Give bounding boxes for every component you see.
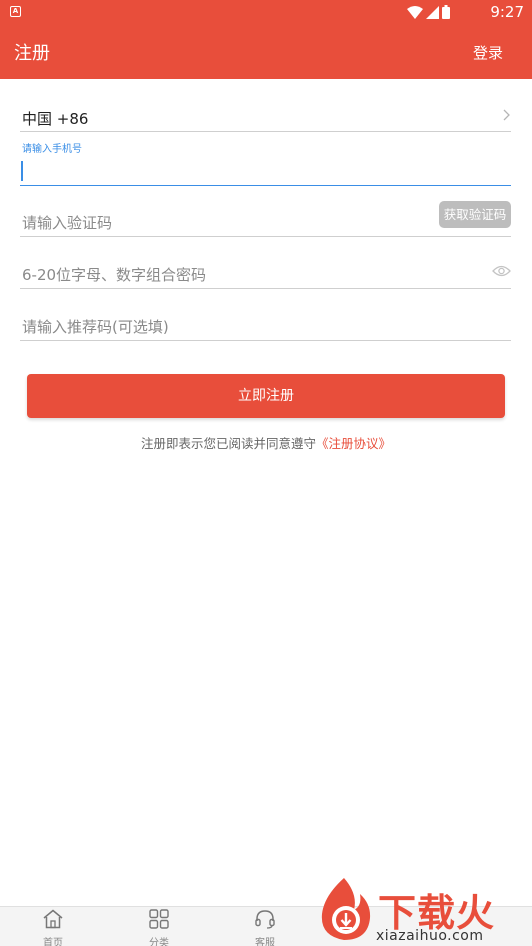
headset-icon <box>255 910 275 929</box>
password-placeholder: 6-20位字母、数字组合密码 <box>22 266 207 284</box>
flame-logo-icon <box>321 878 371 940</box>
referral-code-field[interactable]: 请输入推荐码(可选填) <box>20 304 511 341</box>
status-icons <box>407 5 450 19</box>
agreement-notice: 注册即表示您已阅读并同意遵守《注册协议》 <box>0 433 532 452</box>
tab-category-label: 分类 <box>149 938 169 946</box>
page-title: 注册 <box>14 43 50 64</box>
signal-icon <box>426 5 439 19</box>
eye-icon[interactable] <box>492 265 511 277</box>
phone-input[interactable] <box>20 158 511 182</box>
verification-code-field[interactable]: 请输入验证码 获取验证码 <box>20 200 511 237</box>
battery-icon <box>442 5 450 19</box>
tab-home-label: 首页 <box>43 938 63 946</box>
status-time: 9:27 <box>490 3 524 21</box>
wifi-icon <box>407 5 423 19</box>
watermark-url: xiazaihuo.com <box>376 928 484 944</box>
notification-icon: A <box>10 6 21 17</box>
grid-icon <box>149 909 169 929</box>
text-cursor <box>21 161 23 181</box>
country-code-selector[interactable]: 中国 +86 <box>20 100 511 132</box>
verification-code-placeholder: 请输入验证码 <box>22 214 113 232</box>
referral-code-placeholder: 请输入推荐码(可选填) <box>22 318 169 336</box>
login-button[interactable]: 登录 <box>473 42 503 63</box>
tab-service[interactable]: 客服 <box>235 909 295 946</box>
phone-field[interactable] <box>20 152 511 186</box>
country-code-label: 中国 +86 <box>22 110 89 128</box>
app-bar: 注册 登录 <box>0 25 532 79</box>
watermark: 下载火 xiazaihuo.com <box>312 874 532 946</box>
tab-category[interactable]: 分类 <box>129 909 189 946</box>
agreement-text: 注册即表示您已阅读并同意遵守 <box>140 436 316 451</box>
home-icon <box>43 909 63 929</box>
status-bar: A 9:27 <box>0 0 532 25</box>
get-code-button[interactable]: 获取验证码 <box>439 201 511 228</box>
tab-home[interactable]: 首页 <box>23 909 83 946</box>
password-field[interactable]: 6-20位字母、数字组合密码 <box>20 252 511 289</box>
register-button[interactable]: 立即注册 <box>27 374 505 418</box>
tab-service-label: 客服 <box>255 938 275 946</box>
chevron-right-icon <box>503 109 510 121</box>
agreement-link[interactable]: 《注册协议》 <box>316 436 391 451</box>
